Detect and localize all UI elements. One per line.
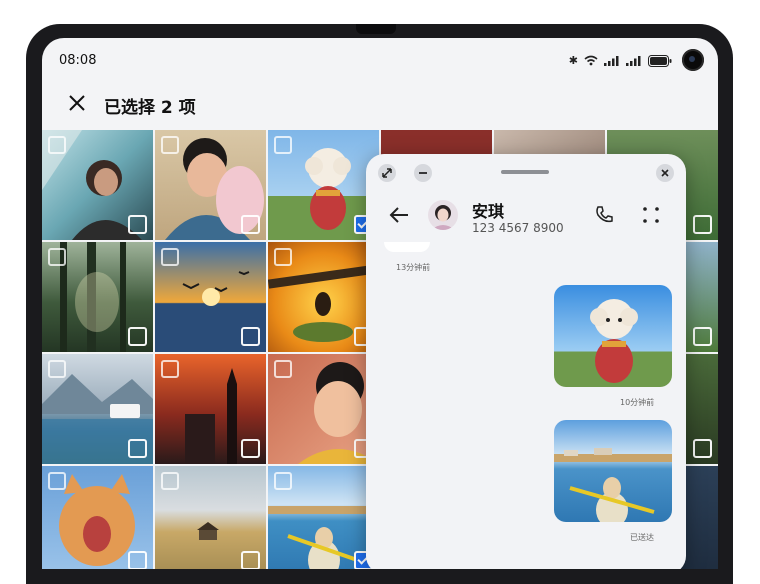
select-checkbox[interactable] xyxy=(128,439,147,458)
status-icons: ✱ xyxy=(569,54,672,67)
minimize-button[interactable] xyxy=(414,164,432,182)
floating-chat-window[interactable]: 安琪 123 4567 8900 13分钟前 10分钟前 已送达 xyxy=(366,154,686,569)
window-controls xyxy=(366,154,686,192)
photo-tile[interactable] xyxy=(155,130,266,240)
expand-icon[interactable] xyxy=(48,360,66,378)
selection-app-bar: 已选择 2 项 xyxy=(42,82,718,128)
expand-icon[interactable] xyxy=(274,472,292,490)
chat-header: 安琪 123 4567 8900 xyxy=(366,192,686,240)
expand-icon[interactable] xyxy=(274,136,292,154)
photo-kayak xyxy=(554,448,672,522)
photo-tile[interactable] xyxy=(268,466,379,569)
avatar[interactable] xyxy=(428,200,458,230)
expand-icon[interactable] xyxy=(48,136,66,154)
signal-icon-2 xyxy=(626,56,641,66)
delivery-status: 已送达 xyxy=(630,533,654,542)
select-checkbox[interactable] xyxy=(241,551,260,569)
photo-tile[interactable] xyxy=(268,354,379,464)
select-checkbox[interactable] xyxy=(693,327,712,346)
photo-dog xyxy=(590,299,638,383)
expand-icon[interactable] xyxy=(48,248,66,266)
expand-icon[interactable] xyxy=(48,472,66,490)
photo-tile[interactable] xyxy=(42,354,153,464)
expand-icon[interactable] xyxy=(274,360,292,378)
window-mode-button[interactable] xyxy=(378,164,396,182)
contact-name: 安琪 xyxy=(472,202,505,221)
more-grid-icon[interactable] xyxy=(642,206,660,224)
back-arrow-icon[interactable] xyxy=(388,206,410,224)
drag-handle[interactable] xyxy=(501,170,549,174)
select-checkbox[interactable] xyxy=(693,215,712,234)
selection-title: 已选择 2 项 xyxy=(104,98,196,118)
minus-icon xyxy=(419,172,427,174)
select-checkbox[interactable] xyxy=(128,327,147,346)
photo-tile[interactable] xyxy=(42,466,153,569)
image-message[interactable] xyxy=(554,420,672,522)
select-checkbox[interactable] xyxy=(241,439,260,458)
message-bubble-partial xyxy=(384,242,430,252)
close-icon[interactable] xyxy=(66,92,88,114)
select-checkbox[interactable] xyxy=(693,439,712,458)
photo-tile[interactable] xyxy=(268,242,379,352)
expand-icon[interactable] xyxy=(161,136,179,154)
photo-tile[interactable] xyxy=(155,242,266,352)
expand-icon[interactable] xyxy=(161,248,179,266)
photo-tile[interactable] xyxy=(155,354,266,464)
expand-icon[interactable] xyxy=(161,360,179,378)
select-checkbox[interactable] xyxy=(241,327,260,346)
message-timestamp: 13分钟前 xyxy=(396,263,431,272)
photo-tile[interactable] xyxy=(268,130,379,240)
hinge-notch xyxy=(356,24,396,34)
select-checkbox[interactable] xyxy=(241,215,260,234)
fullscreen-icon xyxy=(382,168,392,178)
status-bar: 08:08 ✱ xyxy=(42,38,718,82)
battery-icon xyxy=(648,54,672,67)
wifi-icon xyxy=(584,55,598,66)
select-checkbox[interactable] xyxy=(128,215,147,234)
screen: 08:08 ✱ 已选择 2 项 安琪 123 4567 8900 13分钟前 1… xyxy=(42,38,718,569)
image-message[interactable] xyxy=(554,285,672,387)
photo-tile[interactable] xyxy=(42,242,153,352)
select-checkbox[interactable] xyxy=(128,551,147,569)
photo-tile[interactable] xyxy=(42,130,153,240)
expand-icon[interactable] xyxy=(161,472,179,490)
front-camera xyxy=(682,49,704,71)
close-window-button[interactable] xyxy=(656,164,674,182)
bluetooth-icon: ✱ xyxy=(568,54,578,67)
contact-phone: 123 4567 8900 xyxy=(472,221,564,235)
expand-icon[interactable] xyxy=(274,248,292,266)
message-timestamp: 10分钟前 xyxy=(620,398,655,407)
photo-tile[interactable] xyxy=(155,466,266,569)
close-icon xyxy=(661,169,669,177)
phone-icon[interactable] xyxy=(594,205,614,225)
signal-icon xyxy=(604,56,619,66)
status-time: 08:08 xyxy=(59,53,97,68)
